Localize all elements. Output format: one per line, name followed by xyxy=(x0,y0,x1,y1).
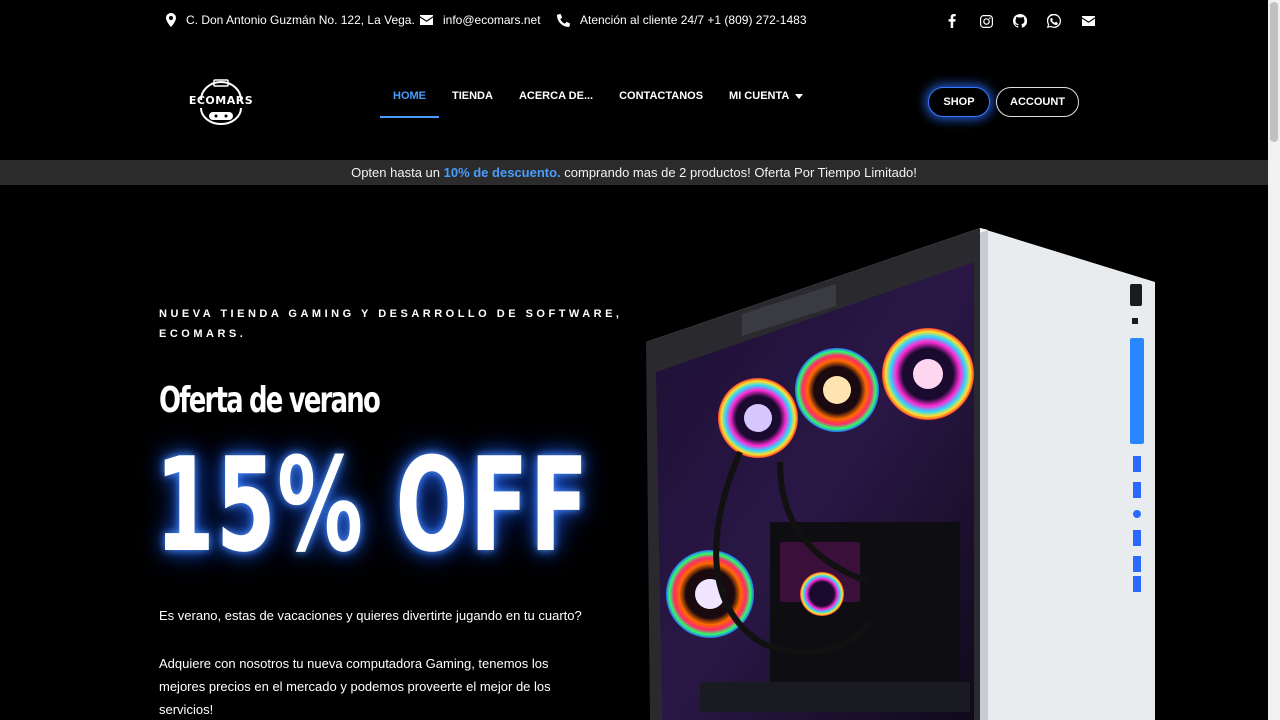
email-item[interactable]: info@ecomars.net xyxy=(420,13,541,27)
address-text: C. Don Antonio Guzmán No. 122, La Vega. xyxy=(186,13,415,27)
promo-text-after: comprando mas de 2 productos! Oferta Por… xyxy=(560,165,917,180)
address-item: C. Don Antonio Guzmán No. 122, La Vega. xyxy=(166,13,415,27)
instagram-icon[interactable] xyxy=(978,13,994,29)
top-contact-bar: C. Don Antonio Guzmán No. 122, La Vega. … xyxy=(0,0,1268,42)
hero-paragraph-2: Adquiere con nosotros tu nueva computado… xyxy=(159,656,551,717)
facebook-icon[interactable] xyxy=(944,13,960,29)
github-icon[interactable] xyxy=(1012,13,1028,29)
page-scrollbar[interactable] xyxy=(1268,0,1280,720)
account-button[interactable]: ACCOUNT xyxy=(996,87,1079,117)
caret-down-icon xyxy=(795,94,804,99)
nav-item-home[interactable]: HOME xyxy=(380,90,439,118)
promo-text-before: Opten hasta un xyxy=(351,165,444,180)
phone-text: Atención al cliente 24/7 +1 (809) 272-14… xyxy=(580,13,807,27)
gaming-pc-image xyxy=(640,222,1160,720)
promo-highlight: 10% de descuento. xyxy=(443,165,561,180)
pc-case-illustration xyxy=(646,228,1155,720)
envelope-icon[interactable] xyxy=(1080,13,1096,29)
hero-paragraph-1: Es verano, estas de vacaciones y quieres… xyxy=(159,608,582,623)
phone-item[interactable]: Atención al cliente 24/7 +1 (809) 272-14… xyxy=(557,13,807,27)
envelope-icon xyxy=(420,15,433,25)
whatsapp-icon[interactable] xyxy=(1046,13,1062,29)
scrollbar-thumb[interactable] xyxy=(1270,2,1278,142)
main-nav: HOME TIENDA ACERCA DE... CONTACTANOS MI … xyxy=(380,90,816,118)
site-header: ECOMARS HOME TIENDA ACERCA DE... CONTACT… xyxy=(0,42,1268,160)
hero-discount-headline: 15% OFF xyxy=(155,429,590,581)
map-marker-icon xyxy=(166,13,176,27)
hero-subtitle: Oferta de verano xyxy=(159,380,381,421)
nav-item-mi-cuenta[interactable]: MI CUENTA xyxy=(716,90,816,118)
shop-button[interactable]: SHOP xyxy=(928,87,990,117)
nav-item-acerca[interactable]: ACERCA DE... xyxy=(506,90,606,118)
nav-item-tienda[interactable]: TIENDA xyxy=(439,90,506,118)
social-links xyxy=(944,13,1096,29)
email-text: info@ecomars.net xyxy=(443,13,541,27)
logo-text: ECOMARS xyxy=(188,94,254,107)
promo-banner: Opten hasta un 10% de descuento. compran… xyxy=(0,160,1268,185)
phone-icon xyxy=(557,13,570,27)
site-logo[interactable]: ECOMARS xyxy=(186,78,256,126)
nav-item-contactanos[interactable]: CONTACTANOS xyxy=(606,90,716,118)
hero-kicker: NUEVA TIENDA GAMING Y DESARROLLO DE SOFT… xyxy=(159,308,623,340)
